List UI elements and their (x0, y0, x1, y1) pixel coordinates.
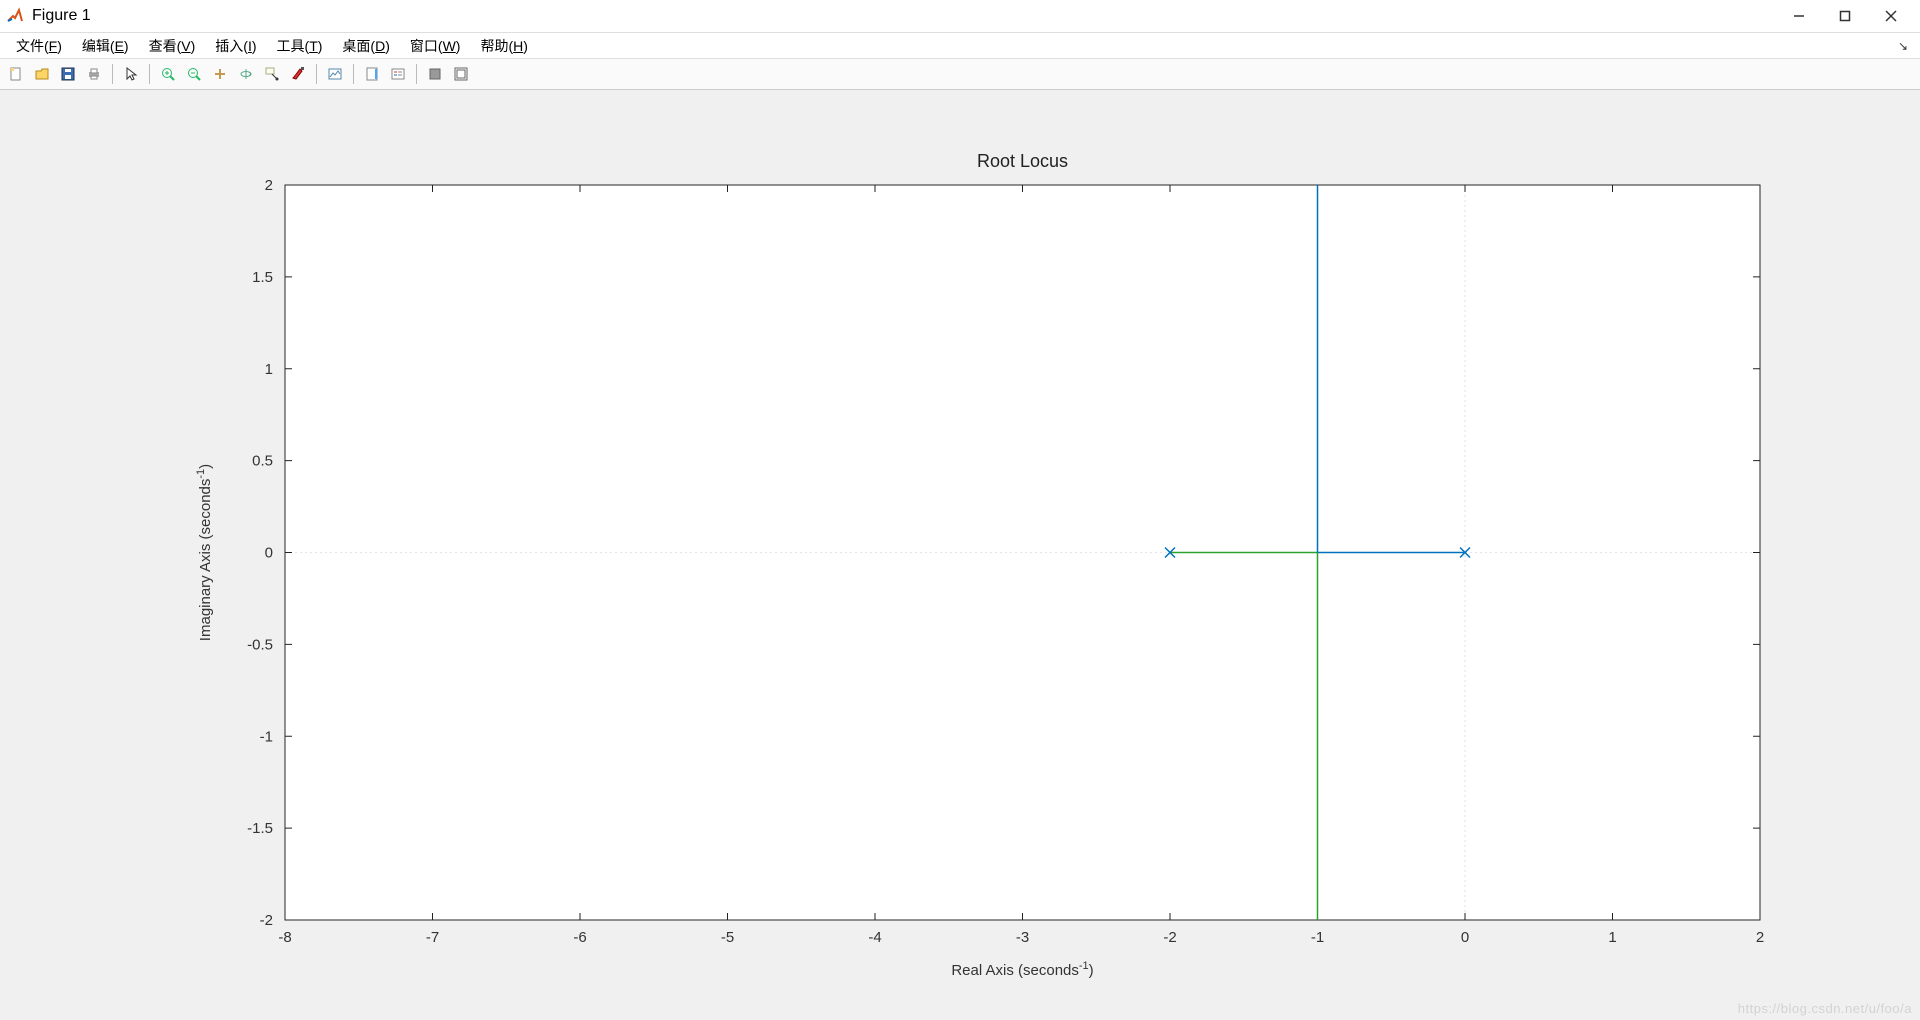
hide-plot-tools-icon[interactable] (423, 62, 447, 86)
new-figure-icon[interactable] (4, 62, 28, 86)
svg-text:-2: -2 (1163, 929, 1176, 946)
svg-text:-1: -1 (260, 728, 273, 745)
toolbar-sep (416, 64, 417, 84)
minimize-button[interactable] (1776, 0, 1822, 32)
open-icon[interactable] (30, 62, 54, 86)
brush-icon[interactable] (286, 62, 310, 86)
show-plot-tools-icon[interactable] (449, 62, 473, 86)
toolbar-sep (112, 64, 113, 84)
pointer-icon[interactable] (119, 62, 143, 86)
svg-text:-0.5: -0.5 (247, 636, 273, 653)
svg-text:0: 0 (265, 545, 273, 562)
svg-text:0.5: 0.5 (252, 453, 273, 470)
maximize-button[interactable] (1822, 0, 1868, 32)
window-title: Figure 1 (32, 7, 91, 25)
menu-help[interactable]: 帮助(H) (470, 34, 537, 58)
menu-desktop[interactable]: 桌面(D) (332, 34, 399, 58)
toolbar-sep (149, 64, 150, 84)
toolbar (0, 59, 1920, 90)
menu-view[interactable]: 查看(V) (139, 34, 206, 58)
svg-text:-6: -6 (573, 929, 586, 946)
svg-text:Root Locus: Root Locus (977, 151, 1068, 171)
print-icon[interactable] (82, 62, 106, 86)
insert-colorbar-icon[interactable] (360, 62, 384, 86)
zoom-in-icon[interactable] (156, 62, 180, 86)
rotate3d-icon[interactable] (234, 62, 258, 86)
pan-icon[interactable] (208, 62, 232, 86)
svg-text:-1: -1 (1311, 929, 1324, 946)
menu-edit[interactable]: 编辑(E) (72, 34, 139, 58)
menubar: 文件(F) 编辑(E) 查看(V) 插入(I) 工具(T) 桌面(D) 窗口(W… (0, 33, 1920, 59)
svg-text:-7: -7 (426, 929, 439, 946)
figure-canvas[interactable]: -8 -7 -6 -5 -4 -3 -2 -1 0 1 2 -2 -1.5 -1 -0.5 0 0.5 1 1.5 2… (0, 90, 1920, 1020)
zoom-out-icon[interactable] (182, 62, 206, 86)
menu-file[interactable]: 文件(F) (6, 34, 72, 58)
link-plot-icon[interactable] (323, 62, 347, 86)
svg-text:2: 2 (1756, 929, 1764, 946)
matlab-app-icon (6, 7, 24, 25)
toolbar-sep (316, 64, 317, 84)
titlebar: Figure 1 (0, 0, 1920, 33)
svg-text:-5: -5 (721, 929, 734, 946)
svg-text:2: 2 (265, 177, 273, 194)
menu-tools[interactable]: 工具(T) (267, 34, 333, 58)
svg-text:1.5: 1.5 (252, 269, 273, 286)
menu-insert[interactable]: 插入(I) (205, 34, 266, 58)
svg-text:Real Axis (seconds-1): Real Axis (seconds-1) (951, 960, 1093, 979)
svg-text:-1.5: -1.5 (247, 820, 273, 837)
svg-text:-4: -4 (868, 929, 881, 946)
data-cursor-icon[interactable] (260, 62, 284, 86)
menu-window[interactable]: 窗口(W) (400, 34, 471, 58)
toolbar-sep (353, 64, 354, 84)
close-button[interactable] (1868, 0, 1914, 32)
root-locus-axes[interactable]: -8 -7 -6 -5 -4 -3 -2 -1 0 1 2 -2 -1.5 -1 -0.5 0 0.5 1 1.5 2… (0, 90, 1920, 1020)
insert-legend-icon[interactable] (386, 62, 410, 86)
svg-text:-2: -2 (260, 912, 273, 929)
svg-text:-3: -3 (1016, 929, 1029, 946)
figure-dock-menu-icon[interactable]: ↘ (1898, 39, 1908, 53)
figure-window: Figure 1 文件(F) 编辑(E) 查看(V) 插入(I) 工具(T) 桌… (0, 0, 1920, 1020)
svg-text:1: 1 (265, 361, 273, 378)
save-icon[interactable] (56, 62, 80, 86)
svg-text:0: 0 (1461, 929, 1469, 946)
watermark-text: https://blog.csdn.net/u/foo/a (1738, 1001, 1912, 1016)
svg-text:-8: -8 (278, 929, 291, 946)
svg-text:1: 1 (1608, 929, 1616, 946)
svg-text:Imaginary Axis (seconds-1): Imaginary Axis (seconds-1) (195, 464, 214, 641)
